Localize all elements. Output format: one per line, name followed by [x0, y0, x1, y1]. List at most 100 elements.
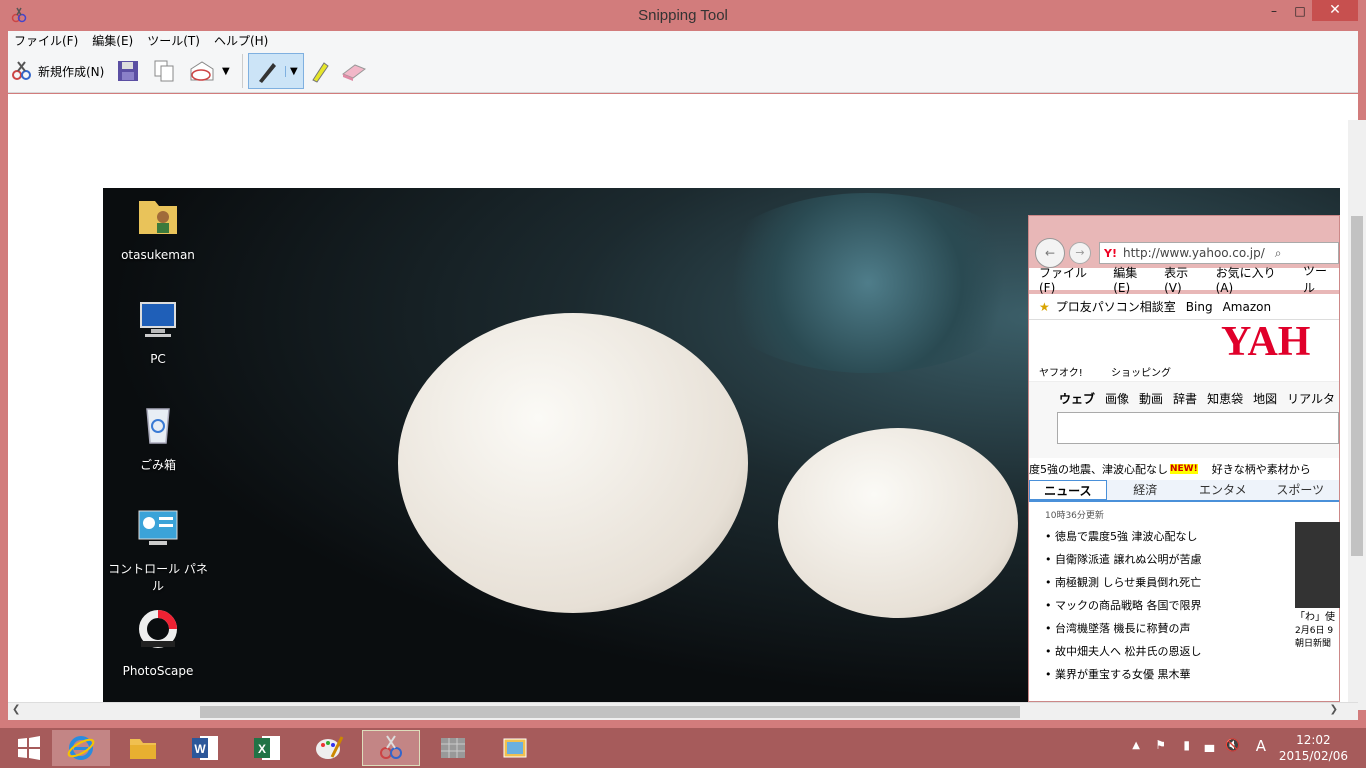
desktop-icon-pc[interactable]: PC — [103, 297, 213, 366]
toolbar-divider — [242, 54, 243, 88]
show-hidden-icons[interactable]: ▲ — [1132, 740, 1140, 751]
search-tab-realtime[interactable]: リアルタ — [1287, 390, 1335, 407]
search-tab-chiebukuro[interactable]: 知恵袋 — [1207, 390, 1243, 407]
taskbar-photo-viewer[interactable] — [486, 730, 544, 766]
copy-button[interactable] — [152, 56, 176, 86]
start-button[interactable] — [0, 730, 58, 766]
taskbar-ie[interactable] — [52, 730, 110, 766]
minimize-button[interactable]: – — [1260, 0, 1288, 22]
menu-tools[interactable]: ツール(T) — [147, 32, 200, 49]
news-photo-caption: 「わ」使 — [1295, 612, 1335, 623]
highlighter-button[interactable] — [308, 56, 332, 86]
news-tab-sports[interactable]: スポーツ — [1261, 480, 1339, 500]
clock-date: 2015/02/06 — [1278, 749, 1348, 763]
desktop-icon-label: コントロール パネル — [108, 562, 208, 593]
news-photo-panel[interactable]: 「わ」使 2月6日 9 朝日新聞 — [1295, 522, 1340, 672]
address-bar[interactable]: Y! http://www.yahoo.co.jp/ ⌕ — [1099, 242, 1339, 264]
yahoo-logo[interactable]: YAH — [1221, 318, 1310, 366]
battery-icon[interactable]: ▮ — [1183, 738, 1190, 752]
flower-pattern — [703, 193, 1033, 373]
address-url: http://www.yahoo.co.jp/ — [1122, 246, 1265, 260]
paint-palette-icon — [316, 736, 344, 759]
scroll-left-icon[interactable]: ❮ — [12, 704, 20, 715]
desktop-icon-otasukeman[interactable]: otasukeman — [103, 193, 213, 262]
volume-muted-icon[interactable]: 🔇 — [1225, 738, 1240, 752]
save-button[interactable] — [116, 56, 140, 86]
photo-viewer-icon — [503, 738, 527, 758]
clock[interactable]: 12:02 2015/02/06 — [1279, 732, 1348, 764]
pen-button[interactable]: ▼ — [248, 53, 304, 89]
search-input[interactable] — [1057, 412, 1339, 444]
ornament-large — [398, 313, 748, 613]
search-tab-video[interactable]: 動画 — [1139, 390, 1163, 407]
taskbar-snipping-tool[interactable] — [362, 730, 420, 766]
favorite-bing[interactable]: Bing — [1186, 300, 1213, 314]
scroll-thumb[interactable] — [1351, 216, 1363, 556]
updated-time: 10時36分更新 — [1045, 511, 1104, 521]
news-tab-news[interactable]: ニュース — [1029, 480, 1107, 500]
star-icon[interactable]: ★ — [1039, 300, 1050, 314]
search-icon[interactable]: ⌕ — [1275, 246, 1282, 261]
yahoo-favicon: Y! — [1104, 246, 1117, 260]
ticker-right: 好きな柄や素材から — [1211, 463, 1311, 476]
maximize-button[interactable]: □ — [1286, 0, 1314, 22]
clock-time: 12:02 — [1296, 733, 1331, 747]
horizontal-scrollbar[interactable]: ❮ ❯ — [8, 702, 1358, 720]
svg-text:W: W — [194, 742, 206, 756]
desktop-icon-label: PhotoScape — [122, 664, 194, 678]
new-snip-label: 新規作成(N) — [38, 64, 105, 79]
title-bar[interactable]: Snipping Tool – □ ✕ — [0, 0, 1366, 31]
vertical-scrollbar[interactable] — [1348, 120, 1366, 710]
floppy-disk-icon — [118, 61, 138, 81]
favorite-amazon[interactable]: Amazon — [1223, 300, 1272, 314]
snip-canvas[interactable]: otasukeman PC ごみ箱 コントロール パネル PhotoScape — [8, 94, 1358, 702]
favorite-prodiy[interactable]: プロ友パソコン相談室 — [1056, 298, 1176, 315]
service-auction[interactable]: ヤフオク! — [1039, 364, 1083, 379]
browser-menu-tools[interactable]: ツール — [1303, 262, 1339, 296]
menu-help[interactable]: ヘルプ(H) — [214, 32, 268, 49]
browser-menu-edit[interactable]: 編集(E) — [1113, 264, 1154, 295]
desktop-icon-control-panel[interactable]: コントロール パネル — [103, 505, 213, 594]
search-tabs: ウェブ 画像 動画 辞書 知恵袋 地図 リアルタ — [1059, 390, 1335, 407]
ime-indicator[interactable]: A — [1256, 737, 1266, 755]
forward-arrow-icon[interactable]: → — [1069, 242, 1091, 264]
new-badge: NEW! — [1170, 464, 1198, 474]
taskbar-explorer[interactable] — [114, 730, 172, 766]
browser-menu-view[interactable]: 表示(V) — [1164, 264, 1206, 295]
send-snip-button[interactable]: ▼ — [188, 56, 230, 86]
close-button[interactable]: ✕ — [1312, 0, 1358, 21]
menu-bar: ファイル(F) 編集(E) ツール(T) ヘルプ(H) — [8, 31, 1358, 50]
flag-icon[interactable]: ⚑ — [1155, 738, 1166, 752]
service-shopping[interactable]: ショッピング — [1111, 364, 1171, 379]
chevron-down-icon[interactable]: ▼ — [285, 65, 298, 77]
chevron-down-icon[interactable]: ▼ — [222, 66, 230, 77]
taskbar-paint[interactable] — [300, 730, 358, 766]
taskbar-excel[interactable]: X — [238, 730, 296, 766]
news-photo-source: 朝日新聞 — [1295, 639, 1332, 649]
browser-menu-favorites[interactable]: お気に入り(A) — [1216, 264, 1293, 295]
search-tab-images[interactable]: 画像 — [1105, 390, 1129, 407]
scissors-icon — [12, 61, 31, 80]
browser-menu-file[interactable]: ファイル(F) — [1039, 264, 1103, 295]
news-tab-entertainment[interactable]: エンタメ — [1184, 480, 1262, 500]
news-ticker[interactable]: 度5強の地震、津波心配なし NEW! 好きな柄や素材から — [1029, 458, 1339, 480]
desktop-icon-recycle-bin[interactable]: ごみ箱 — [103, 401, 213, 473]
search-tab-web[interactable]: ウェブ — [1059, 390, 1095, 407]
scroll-right-icon[interactable]: ❯ — [1330, 704, 1338, 715]
network-signal-icon[interactable]: ▄ — [1205, 738, 1214, 752]
desktop-icon-photoscape[interactable]: PhotoScape — [103, 609, 213, 678]
menu-file[interactable]: ファイル(F) — [14, 32, 78, 49]
taskbar-word[interactable]: W — [176, 730, 234, 766]
word-icon: W — [192, 736, 218, 760]
scroll-thumb[interactable] — [200, 706, 1020, 718]
grid-app-icon — [441, 738, 465, 758]
new-snip-button[interactable]: 新規作成(N) — [10, 56, 104, 86]
menu-edit[interactable]: 編集(E) — [92, 32, 133, 49]
taskbar-app-grid[interactable] — [424, 730, 482, 766]
search-tab-map[interactable]: 地図 — [1253, 390, 1277, 407]
search-tab-dict[interactable]: 辞書 — [1173, 390, 1197, 407]
news-list: 10時36分更新 • 徳島で震度5強 津波心配なし • 自衛隊派遣 譲れぬ公明が… — [1029, 508, 1340, 686]
news-tab-economy[interactable]: 経済 — [1106, 480, 1185, 500]
eraser-button[interactable] — [340, 56, 368, 86]
computer-icon — [140, 302, 176, 337]
